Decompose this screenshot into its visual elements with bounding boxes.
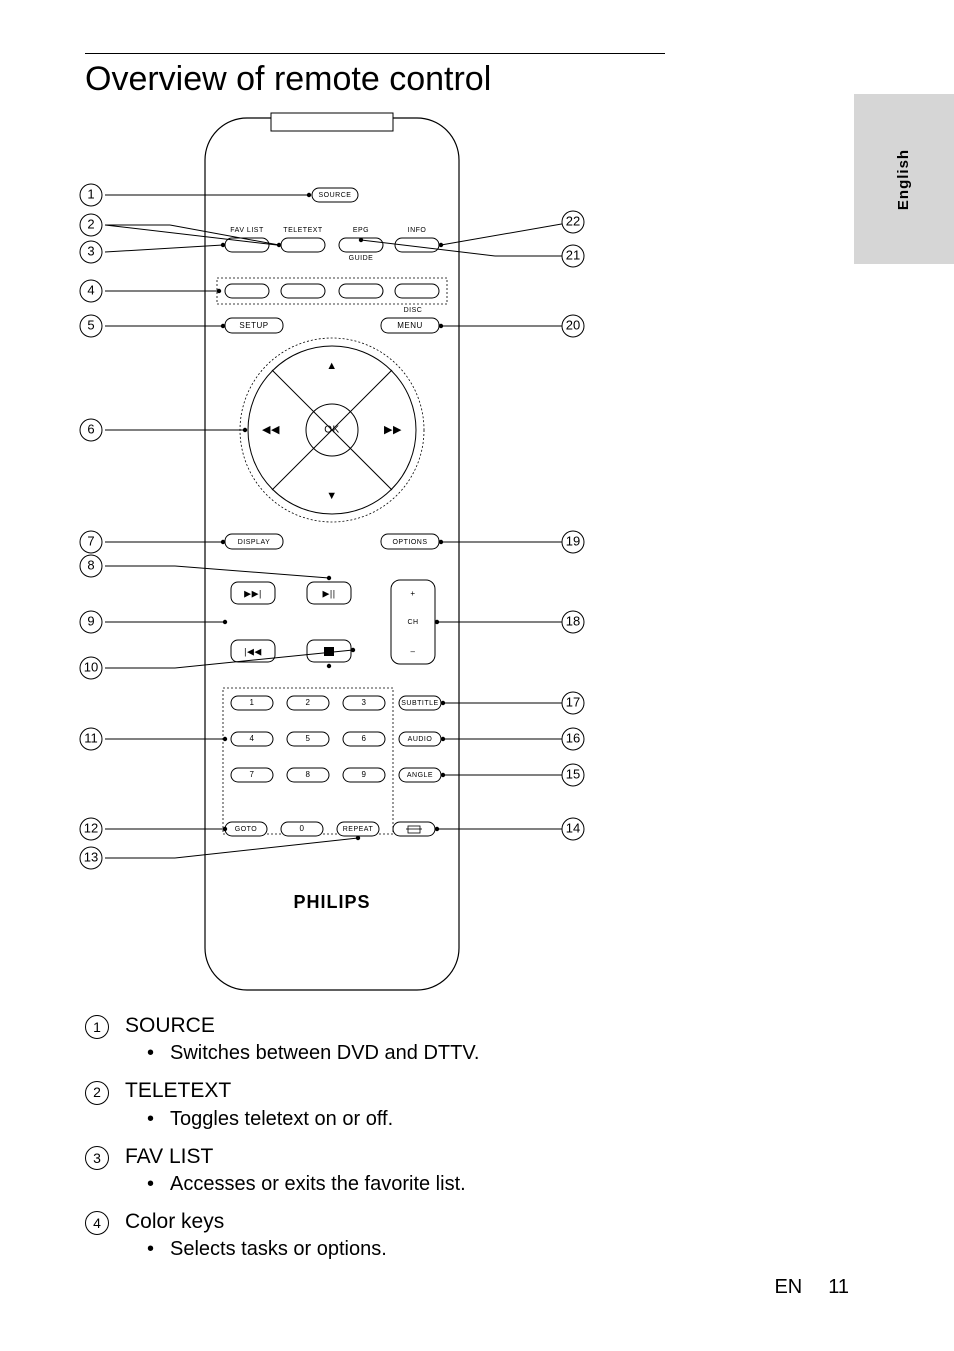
svg-text:15: 15	[566, 766, 580, 781]
callout-circles-right: 22 21 20 19 18 17 16 15 14	[562, 211, 584, 840]
svg-text:22: 22	[566, 213, 580, 228]
language-tab-label: English	[895, 148, 912, 209]
desc-num-2: 2	[85, 1081, 109, 1105]
svg-text:◀◀: ◀◀	[262, 424, 280, 436]
svg-text:11: 11	[84, 730, 98, 745]
svg-text:TELETEXT: TELETEXT	[283, 227, 323, 234]
desc-num-1: 1	[85, 1015, 109, 1039]
desc-text-2: Toggles teletext on or off.	[170, 1106, 393, 1133]
svg-text:14: 14	[566, 820, 580, 835]
callout-circles-left: 1 2 3 4 5 6 7 8 9 10 11 12 13	[80, 184, 102, 869]
svg-text:▶▶|: ▶▶|	[244, 588, 262, 598]
desc-text-4: Selects tasks or options.	[170, 1236, 387, 1263]
svg-text:8: 8	[87, 557, 94, 572]
svg-text:6: 6	[87, 421, 94, 436]
svg-text:EPG: EPG	[353, 227, 369, 234]
svg-text:+: +	[410, 589, 415, 598]
desc-item-4: 4 Color keys • Selects tasks or options.	[85, 1208, 665, 1263]
svg-text:GOTO: GOTO	[235, 826, 258, 833]
footer-lang: EN	[774, 1276, 802, 1299]
top-rule	[85, 53, 665, 54]
desc-term-2: TELETEXT	[125, 1077, 231, 1105]
svg-text:12: 12	[84, 820, 98, 835]
svg-text:3: 3	[362, 698, 367, 707]
bullet-icon: •	[147, 1236, 154, 1263]
svg-text:DISPLAY: DISPLAY	[238, 539, 271, 546]
svg-text:▶▶: ▶▶	[384, 424, 402, 436]
desc-num-4: 4	[85, 1211, 109, 1235]
page-footer: EN 11	[774, 1276, 849, 1299]
svg-text:|◀◀: |◀◀	[244, 646, 262, 656]
svg-text:8: 8	[306, 770, 311, 779]
svg-text:CH: CH	[407, 619, 418, 626]
svg-text:16: 16	[566, 730, 580, 745]
svg-text:SUBTITLE: SUBTITLE	[401, 700, 438, 707]
svg-text:5: 5	[87, 317, 94, 332]
svg-text:SOURCE: SOURCE	[319, 192, 352, 199]
bullet-icon: •	[147, 1171, 154, 1198]
svg-text:FAV LIST: FAV LIST	[230, 227, 264, 234]
svg-text:2: 2	[306, 698, 311, 707]
page-title: Overview of remote control	[85, 60, 491, 99]
svg-text:21: 21	[566, 247, 580, 262]
svg-text:ANGLE: ANGLE	[407, 772, 433, 779]
svg-text:–: –	[411, 647, 416, 656]
svg-text:OPTIONS: OPTIONS	[392, 539, 427, 546]
bullet-icon: •	[147, 1040, 154, 1067]
svg-text:▲: ▲	[326, 360, 337, 372]
svg-text:REPEAT: REPEAT	[343, 826, 374, 833]
svg-text:GUIDE: GUIDE	[349, 255, 374, 262]
svg-text:4: 4	[87, 282, 94, 297]
desc-item-2: 2 TELETEXT • Toggles teletext on or off.	[85, 1077, 665, 1132]
desc-text-3: Accesses or exits the favorite list.	[170, 1171, 466, 1198]
svg-text:6: 6	[362, 734, 367, 743]
svg-text:7: 7	[87, 533, 94, 548]
bullet-icon: •	[147, 1106, 154, 1133]
svg-text:1: 1	[87, 186, 94, 201]
remote-diagram: SOURCE FAV LIST TELETEXT EPG INFO GUIDE	[75, 110, 605, 1000]
svg-text:DISC: DISC	[404, 307, 423, 314]
svg-text:1: 1	[250, 698, 255, 707]
svg-text:0: 0	[300, 824, 305, 833]
source-button: SOURCE	[307, 188, 358, 202]
svg-text:▶||: ▶||	[322, 588, 335, 598]
desc-term-3: FAV LIST	[125, 1143, 213, 1171]
svg-text:7: 7	[250, 770, 255, 779]
svg-text:AUDIO: AUDIO	[408, 736, 433, 743]
svg-text:4: 4	[250, 734, 255, 743]
svg-text:MENU: MENU	[397, 321, 423, 330]
dpad: OK ▲ ▼ ◀◀ ▶▶	[240, 338, 424, 522]
desc-item-3: 3 FAV LIST • Accesses or exits the favor…	[85, 1143, 665, 1198]
svg-text:19: 19	[566, 533, 580, 548]
language-tab: English	[854, 94, 954, 264]
footer-page-number: 11	[828, 1276, 849, 1299]
svg-text:5: 5	[306, 734, 311, 743]
svg-text:10: 10	[84, 659, 98, 674]
svg-text:▼: ▼	[326, 490, 337, 502]
svg-text:17: 17	[566, 694, 580, 709]
desc-term-4: Color keys	[125, 1208, 224, 1236]
brand-label: PHILIPS	[293, 892, 370, 912]
desc-item-1: 1 SOURCE • Switches between DVD and DTTV…	[85, 1012, 665, 1067]
description-list: 1 SOURCE • Switches between DVD and DTTV…	[85, 1012, 665, 1273]
svg-text:18: 18	[566, 613, 580, 628]
svg-text:9: 9	[87, 613, 94, 628]
svg-text:9: 9	[362, 770, 367, 779]
desc-num-3: 3	[85, 1146, 109, 1170]
svg-text:INFO: INFO	[408, 227, 427, 234]
svg-text:SETUP: SETUP	[239, 321, 268, 330]
svg-text:13: 13	[84, 849, 98, 864]
svg-text:20: 20	[566, 317, 580, 332]
desc-term-1: SOURCE	[125, 1012, 215, 1040]
svg-text:3: 3	[87, 243, 94, 258]
svg-text:2: 2	[87, 216, 94, 231]
desc-text-1: Switches between DVD and DTTV.	[170, 1040, 479, 1067]
